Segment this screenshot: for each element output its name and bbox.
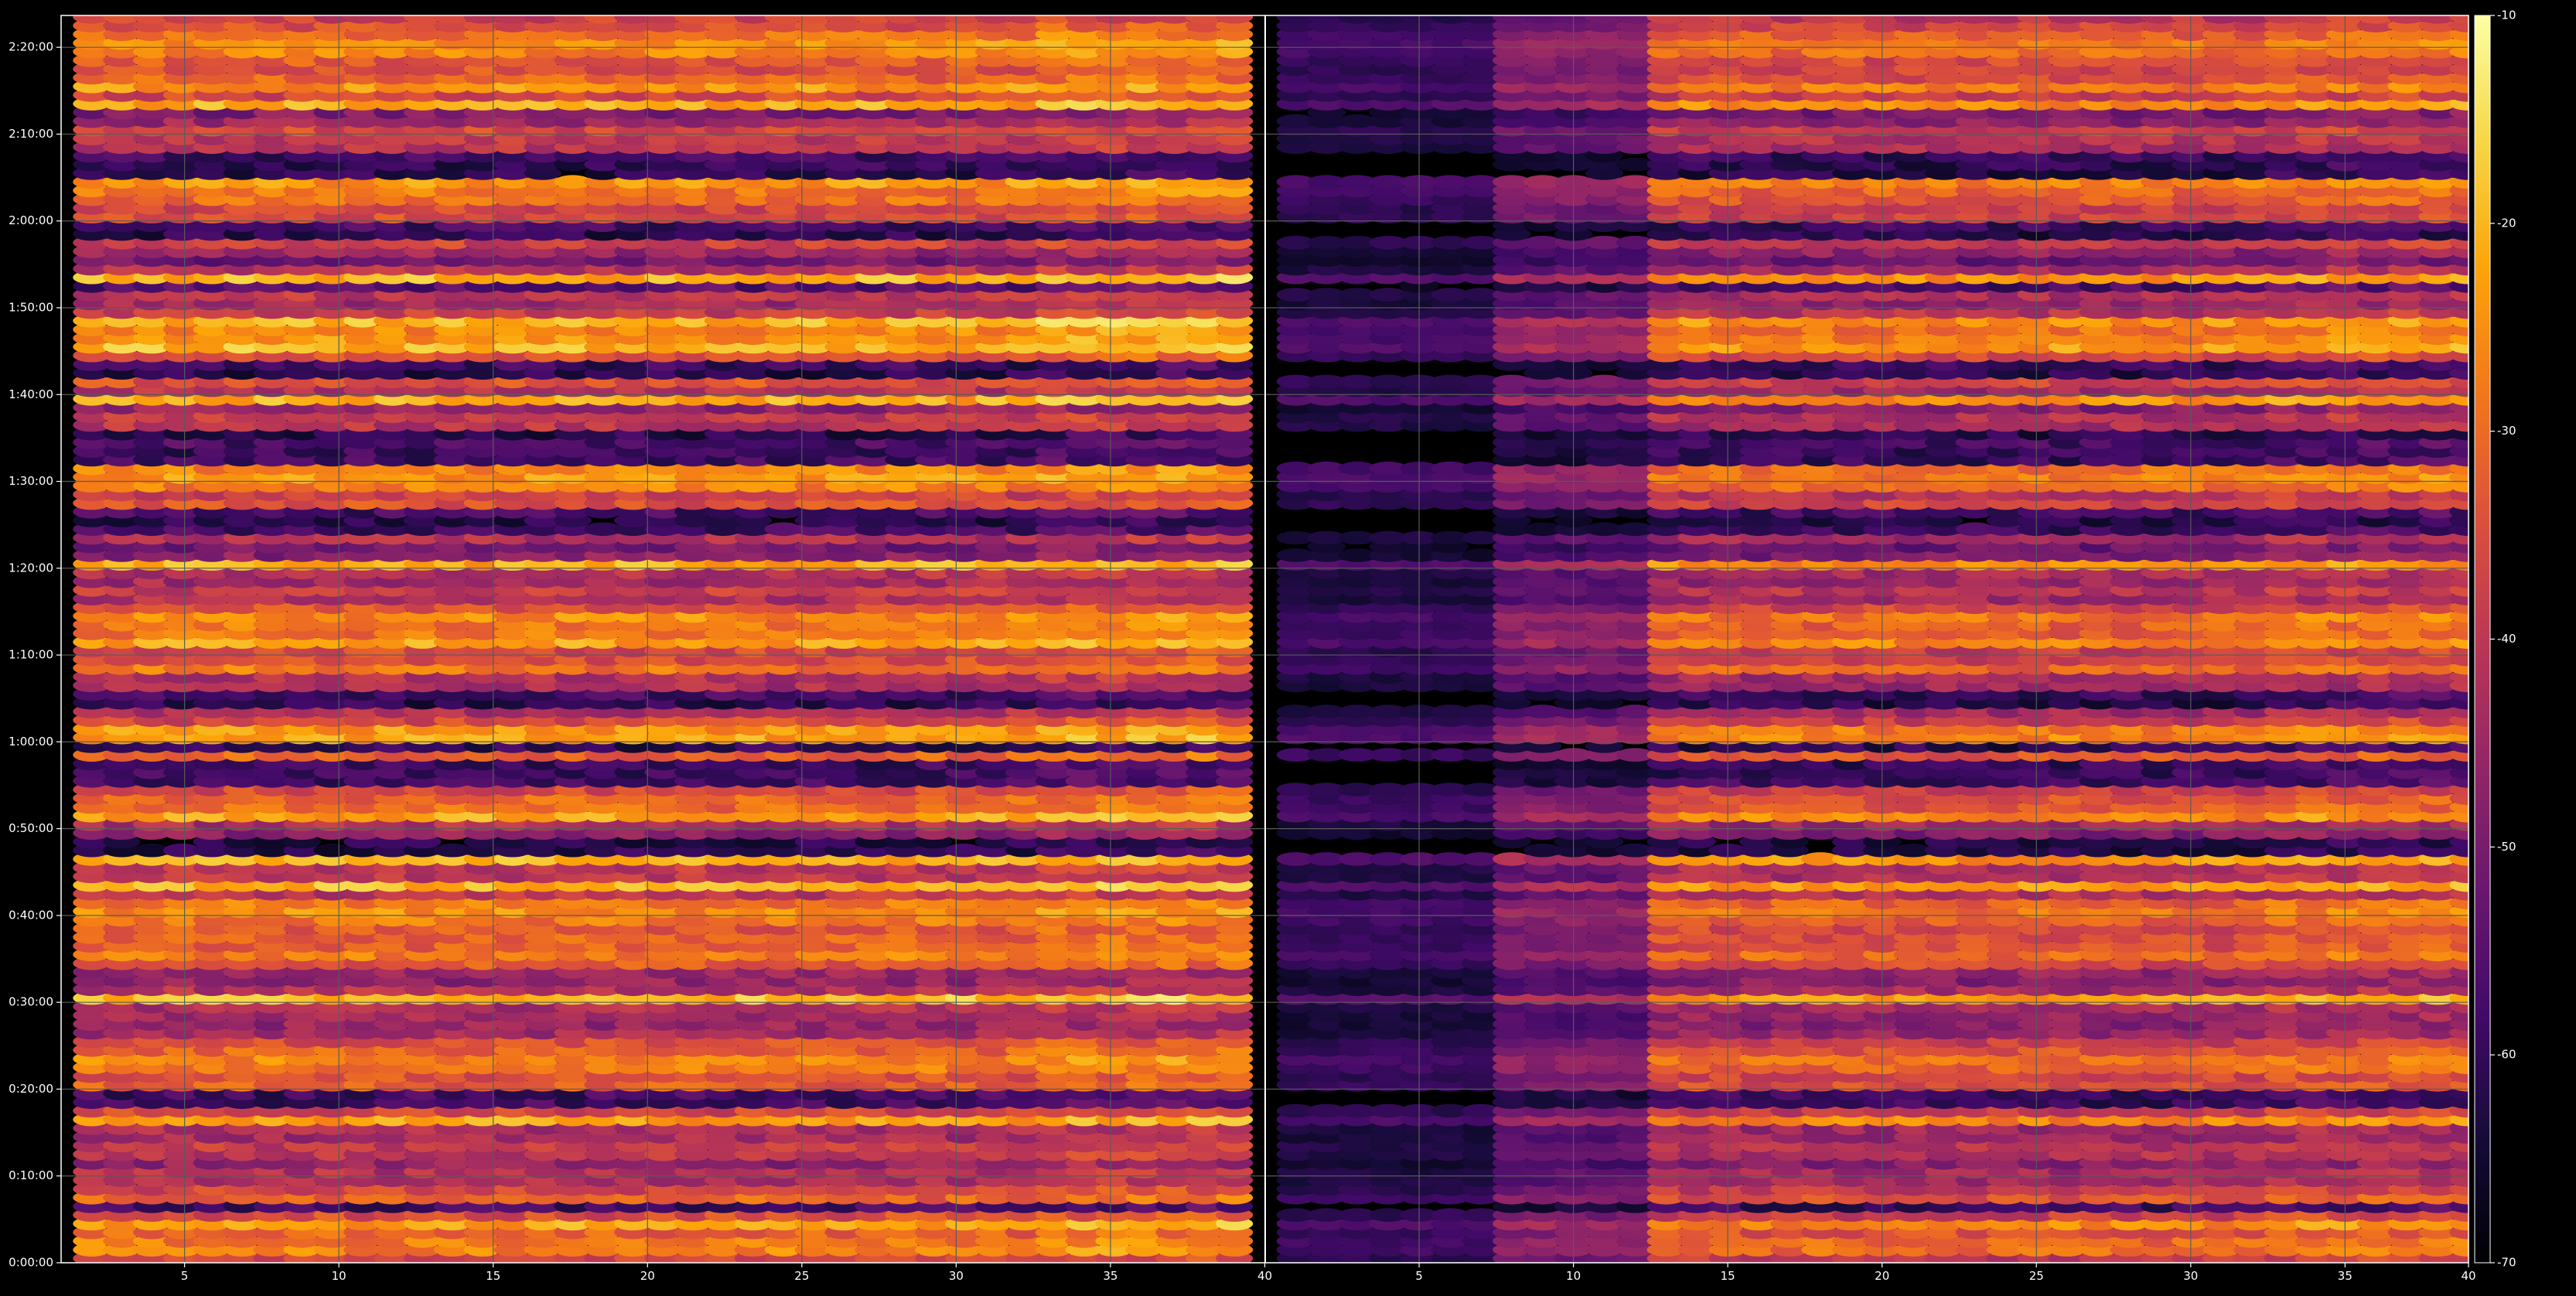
heatmap-cells (73, 2, 2487, 1265)
heatmap-chart: 0:00:000:10:000:20:000:30:000:40:000:50:… (0, 0, 2576, 1293)
heatmap-svg: 0:00:000:10:000:20:000:30:000:40:000:50:… (0, 0, 2576, 1293)
